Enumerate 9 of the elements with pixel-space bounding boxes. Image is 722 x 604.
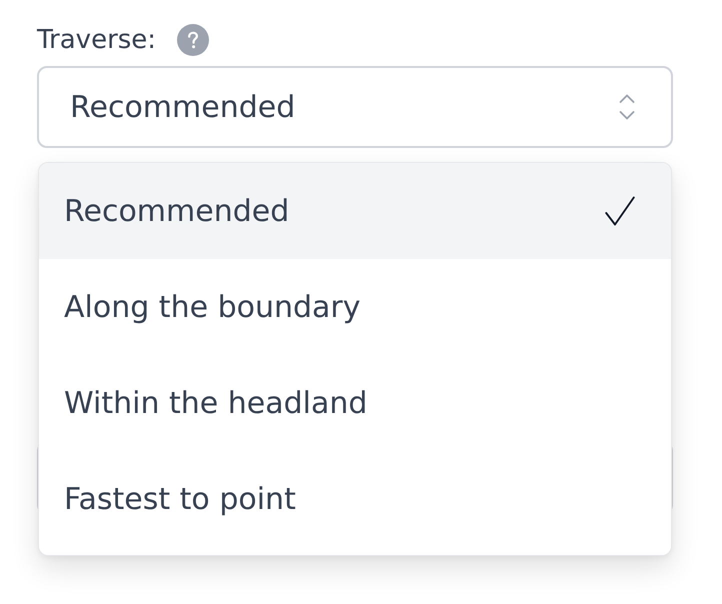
checkmark-icon — [605, 196, 635, 226]
help-icon[interactable] — [177, 24, 210, 56]
select-field[interactable]: Recommended — [37, 66, 673, 148]
field-label: Traverse: — [37, 24, 156, 56]
menu-option[interactable]: Fastest to point — [39, 451, 671, 547]
menu-option[interactable]: Recommended — [39, 163, 671, 259]
menu-option[interactable]: Within the headland — [39, 355, 671, 451]
menu-option[interactable]: Along the boundary — [39, 259, 671, 355]
chevron-up-down-icon — [619, 94, 635, 120]
